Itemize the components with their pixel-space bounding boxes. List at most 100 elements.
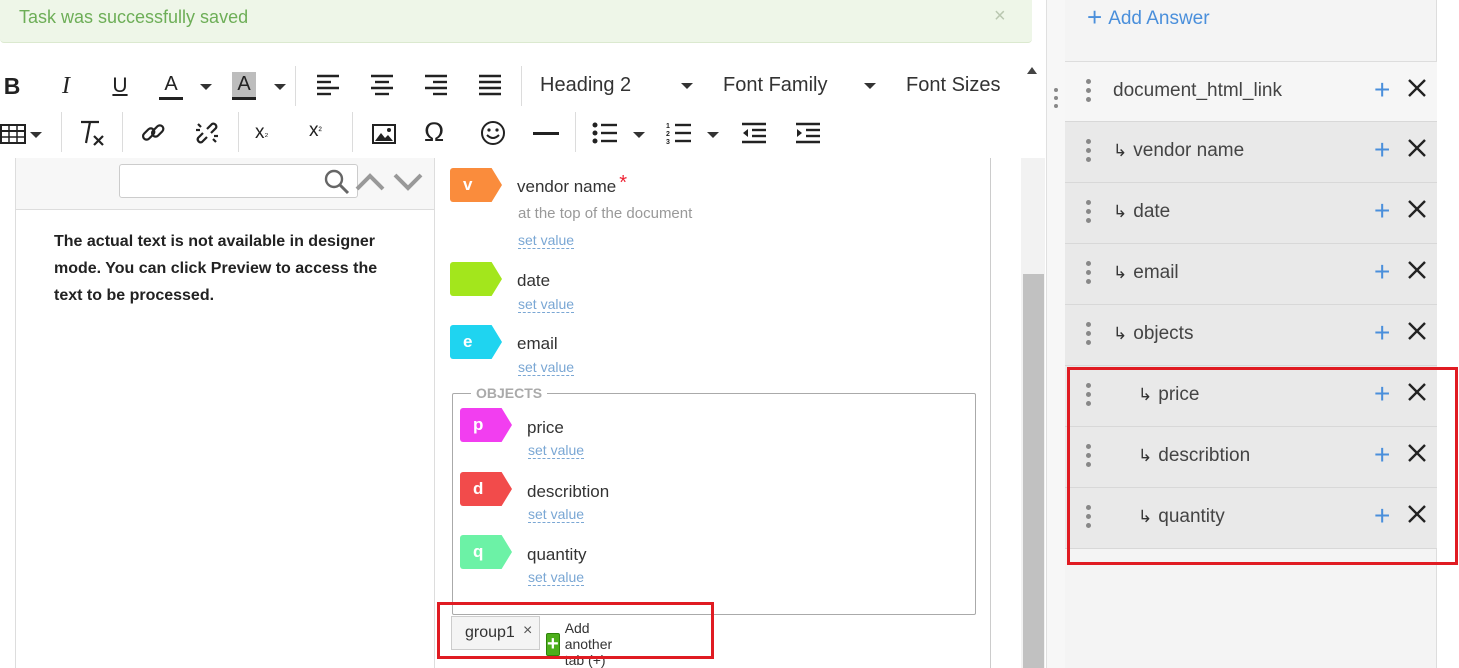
toolbar-separator bbox=[352, 112, 353, 152]
set-value-link[interactable]: set value bbox=[518, 296, 575, 313]
outdent-icon[interactable] bbox=[741, 122, 767, 144]
horizontal-rule-icon[interactable] bbox=[533, 132, 559, 135]
align-justify-icon[interactable] bbox=[478, 74, 502, 96]
delete-row-icon[interactable] bbox=[1407, 138, 1427, 163]
highlight-box bbox=[1067, 367, 1458, 565]
image-icon[interactable] bbox=[372, 123, 396, 145]
delete-row-icon[interactable] bbox=[1407, 321, 1427, 346]
font-sizes-select[interactable]: Font Sizes bbox=[906, 74, 1000, 97]
add-child-icon[interactable]: + bbox=[1374, 319, 1390, 347]
emoticons-icon[interactable] bbox=[480, 120, 506, 146]
underline-button[interactable]: U bbox=[108, 72, 132, 100]
answer-row-text: date bbox=[1133, 201, 1171, 222]
font-color-button[interactable]: A bbox=[159, 72, 183, 100]
superscript-icon[interactable]: x² bbox=[309, 120, 322, 142]
document-pane: The actual text is not available in desi… bbox=[15, 158, 435, 668]
answer-row[interactable]: ↳ objects + bbox=[1065, 305, 1437, 366]
add-child-icon[interactable]: + bbox=[1374, 76, 1390, 104]
add-answer-button[interactable]: + Add Answer bbox=[1087, 2, 1210, 34]
drag-handle-icon[interactable] bbox=[1054, 88, 1058, 112]
scrollbar-thumb[interactable] bbox=[1023, 274, 1044, 668]
bullet-list-caret-icon[interactable] bbox=[633, 132, 645, 138]
alert-close-button[interactable]: × bbox=[994, 5, 1006, 28]
background-color-caret-icon[interactable] bbox=[274, 84, 286, 90]
link-icon[interactable] bbox=[140, 120, 166, 146]
set-value-link[interactable]: set value bbox=[528, 506, 585, 523]
numbered-list-caret-icon[interactable] bbox=[707, 132, 719, 138]
answer-row-label: ↳ objects bbox=[1113, 323, 1193, 345]
document-search-bar bbox=[16, 158, 435, 210]
delete-row-icon[interactable] bbox=[1407, 78, 1427, 103]
add-answer-label: Add Answer bbox=[1108, 7, 1210, 29]
objects-group: OBJECTS p price set value d describtion … bbox=[452, 385, 976, 615]
background-color-button[interactable]: A bbox=[232, 72, 256, 100]
add-child-icon[interactable]: + bbox=[1374, 136, 1390, 164]
drag-handle-icon[interactable] bbox=[1086, 200, 1092, 227]
italic-button[interactable]: I bbox=[54, 72, 78, 100]
format-select-caret-icon[interactable] bbox=[681, 83, 693, 89]
alert-message: Task was successfully saved bbox=[19, 7, 249, 27]
label-tag[interactable]: e bbox=[450, 325, 502, 359]
search-icon[interactable] bbox=[324, 169, 350, 200]
svg-text:1: 1 bbox=[666, 123, 670, 130]
set-value-link[interactable]: set value bbox=[518, 232, 575, 249]
child-arrow-icon: ↳ bbox=[1113, 324, 1128, 343]
numbered-list-icon[interactable]: 123 bbox=[666, 121, 692, 145]
toolbar-separator bbox=[521, 66, 522, 106]
unlink-icon[interactable] bbox=[194, 120, 220, 146]
drag-handle-icon[interactable] bbox=[1086, 322, 1092, 349]
child-arrow-icon: ↳ bbox=[1113, 141, 1128, 160]
drag-handle-icon[interactable] bbox=[1086, 79, 1092, 106]
answer-row[interactable]: ↳ vendor name + bbox=[1065, 122, 1437, 183]
document-search-input[interactable] bbox=[126, 169, 306, 193]
labels-pane: v vendor name * at the top of the documen… bbox=[434, 158, 991, 668]
label-tag[interactable] bbox=[450, 262, 502, 296]
search-next-icon[interactable] bbox=[392, 170, 424, 199]
indent-icon[interactable] bbox=[795, 122, 821, 144]
font-color-caret-icon[interactable] bbox=[200, 84, 212, 90]
answer-row[interactable]: document_html_link + bbox=[1065, 61, 1437, 122]
set-value-link[interactable]: set value bbox=[518, 359, 575, 376]
align-right-icon[interactable] bbox=[424, 74, 448, 96]
label-tag[interactable]: q bbox=[460, 535, 512, 569]
toolbar-separator bbox=[575, 112, 576, 152]
add-child-icon[interactable]: + bbox=[1374, 197, 1390, 225]
label-name: quantity bbox=[527, 545, 587, 564]
label-name: date bbox=[517, 271, 551, 290]
align-center-icon[interactable] bbox=[370, 74, 394, 96]
set-value-link[interactable]: set value bbox=[528, 569, 585, 586]
bold-button[interactable]: B bbox=[0, 72, 24, 100]
required-marker: * bbox=[619, 172, 628, 194]
special-character-icon[interactable]: Ω bbox=[424, 117, 444, 148]
svg-text:3: 3 bbox=[666, 139, 670, 145]
editor-toolbar: B I U A A Heading 2 Font Family Font Siz… bbox=[0, 62, 1045, 158]
clear-formatting-icon[interactable] bbox=[79, 119, 105, 147]
answer-row-label: ↳ vendor name bbox=[1113, 140, 1244, 162]
answer-row-label: document_html_link bbox=[1113, 80, 1282, 102]
table-icon[interactable] bbox=[0, 123, 26, 145]
subscript-icon[interactable]: x₂ bbox=[255, 122, 268, 144]
font-family-caret-icon[interactable] bbox=[864, 83, 876, 89]
answer-row-text: objects bbox=[1133, 323, 1194, 344]
search-previous-icon[interactable] bbox=[354, 170, 386, 199]
delete-row-icon[interactable] bbox=[1407, 260, 1427, 285]
label-tag[interactable]: p bbox=[460, 408, 512, 442]
drag-handle-icon[interactable] bbox=[1086, 261, 1092, 288]
toolbar-separator bbox=[238, 112, 239, 152]
labels-scrollbar[interactable] bbox=[1021, 158, 1045, 668]
table-caret-icon[interactable] bbox=[30, 132, 42, 138]
align-left-icon[interactable] bbox=[316, 74, 340, 96]
toolbar-scroll-up-icon[interactable] bbox=[1027, 67, 1037, 74]
font-family-select[interactable]: Font Family bbox=[723, 74, 827, 97]
label-tag[interactable]: d bbox=[460, 472, 512, 506]
drag-handle-icon[interactable] bbox=[1086, 139, 1092, 166]
panel-splitter[interactable] bbox=[1046, 0, 1065, 668]
answer-row[interactable]: ↳ email + bbox=[1065, 244, 1437, 305]
answer-row[interactable]: ↳ date + bbox=[1065, 183, 1437, 244]
set-value-link[interactable]: set value bbox=[528, 442, 585, 459]
add-child-icon[interactable]: + bbox=[1374, 258, 1390, 286]
format-select[interactable]: Heading 2 bbox=[540, 74, 631, 97]
delete-row-icon[interactable] bbox=[1407, 199, 1427, 224]
bullet-list-icon[interactable] bbox=[592, 121, 618, 145]
label-tag[interactable]: v bbox=[450, 168, 502, 202]
